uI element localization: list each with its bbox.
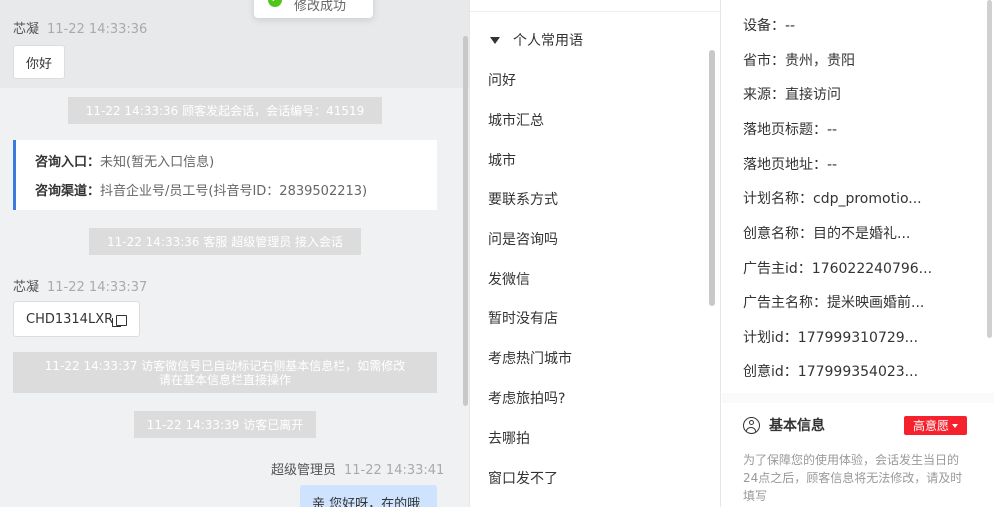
channel-row: 咨询渠道：抖音企业号/员工号(抖音号ID：2839502213): [35, 180, 437, 209]
field-value: --: [785, 18, 796, 34]
basic-info-header: 基本信息: [743, 415, 825, 435]
info-field-source: 来源：直接访问: [743, 84, 841, 104]
phrase-item[interactable]: 城市: [488, 150, 516, 170]
field-value: --: [827, 122, 838, 138]
field-label: 落地页地址：: [743, 157, 827, 173]
system-message: 11-22 14:33:36 客服 超级管理员 接入会话: [89, 228, 361, 255]
agent-message-bubble[interactable]: 亲 您好呀，在的哦: [300, 485, 437, 507]
channel-label: 咨询渠道：: [35, 184, 101, 199]
chat-scrollbar[interactable]: [463, 36, 468, 406]
message-time: 11-22 14:33:36: [47, 22, 148, 37]
phrases-scrollbar[interactable]: [709, 50, 715, 306]
copy-icon[interactable]: [112, 314, 128, 327]
field-label: 落地页标题：: [743, 122, 827, 138]
sender-name: 芯凝: [13, 22, 40, 37]
phrase-item[interactable]: 去哪拍: [488, 428, 530, 448]
field-label: 广告主id：: [743, 261, 812, 277]
phrase-item[interactable]: 城市汇总: [488, 110, 544, 130]
intent-level-dropdown[interactable]: 高意愿: [904, 416, 967, 435]
divider: [470, 11, 722, 12]
field-value: 贵州，贵阳: [785, 53, 855, 69]
info-field-advertiser-name: 广告主名称：提米映画婚前...: [743, 292, 924, 312]
info-field-region: 省市：贵州，贵阳: [743, 50, 855, 70]
info-field-creative-id: 创意id：177999354023...: [743, 361, 918, 381]
info-field-device: 设备：--: [743, 15, 795, 35]
field-value: 直接访问: [785, 87, 841, 103]
phrase-group-title: 个人常用语: [513, 33, 583, 49]
info-field-landing-url: 落地页地址：--: [743, 154, 837, 174]
phrase-item[interactable]: 考虑热门城市: [488, 348, 572, 368]
common-phrases-panel: 个人常用语 问好 城市汇总 城市 要联系方式 问是咨询吗 发微信 暂时没有店 考…: [469, 0, 722, 507]
field-value: 176022240796...: [811, 261, 933, 277]
entry-label: 咨询入口：: [35, 155, 101, 170]
toast-text: 修改成功: [294, 0, 347, 14]
entry-row: 咨询入口：未知(暂无入口信息): [35, 151, 437, 180]
visitor-message-bubble[interactable]: 你好: [13, 45, 66, 79]
info-scrollbar[interactable]: [987, 0, 992, 338]
message-text: CHD1314LXR: [26, 311, 114, 327]
phrase-item[interactable]: 考虑旅拍吗?: [488, 388, 565, 408]
field-label: 创意名称：: [743, 226, 813, 242]
visitor-info-panel: 设备：-- 省市：贵州，贵阳 来源：直接访问 落地页标题：-- 落地页地址：--…: [722, 0, 994, 507]
info-field-plan-id: 计划id：177999310729...: [743, 327, 918, 347]
field-label: 计划名称：: [743, 191, 813, 207]
source-info-card: 咨询入口：未知(暂无入口信息) 咨询渠道：抖音企业号/员工号(抖音号ID：283…: [13, 140, 437, 210]
info-field-advertiser-id: 广告主id：176022240796...: [743, 258, 932, 278]
message-sender: 芯凝 11-22 14:33:37: [13, 276, 147, 295]
message-sender: 超级管理员 11-22 14:33:41: [271, 459, 444, 478]
app-root: 芯凝 11-22 14:33:36 你好 11-22 14:33:36 顾客发起会…: [0, 0, 994, 507]
phrase-item[interactable]: 发微信: [488, 269, 530, 289]
system-message: 11-22 14:33:39 访客已离开: [134, 411, 316, 438]
info-field-plan-name: 计划名称：cdp_promotio...: [743, 188, 922, 208]
message-text: 亲 您好呀，在的哦: [312, 497, 421, 507]
system-message: 11-22 14:33:36 顾客发起会话，会话编号：41519: [68, 97, 382, 124]
chat-panel: 芯凝 11-22 14:33:36 你好 11-22 14:33:36 顾客发起会…: [0, 0, 469, 507]
sender-name: 芯凝: [13, 280, 40, 295]
basic-info-title: 基本信息: [769, 418, 825, 434]
field-value: 177999310729...: [797, 330, 919, 346]
field-value: cdp_promotio...: [813, 191, 922, 207]
entry-value: 未知(暂无入口信息): [100, 155, 215, 170]
edit-deadline-hint: 为了保障您的使用体验，会话发生当日的24点之后，顾客信息将无法修改，请及时填写: [743, 453, 963, 503]
success-toast: ✓ 修改成功: [254, 0, 373, 18]
message-time: 11-22 14:33:41: [344, 463, 445, 478]
phrase-item[interactable]: 问好: [488, 70, 516, 90]
field-label: 来源：: [743, 87, 785, 103]
field-value: 目的不是婚礼...: [813, 226, 911, 242]
message-sender: 芯凝 11-22 14:33:36: [13, 18, 147, 37]
phrase-item[interactable]: 暂时没有店: [488, 308, 558, 328]
channel-value: 抖音企业号/员工号(抖音号ID：2839502213): [100, 184, 368, 199]
visitor-message-bubble[interactable]: CHD1314LXR: [13, 301, 141, 337]
info-field-creative-name: 创意名称：目的不是婚礼...: [743, 223, 910, 243]
selected-message-highlight: [0, 0, 469, 88]
message-text: 你好: [26, 56, 53, 72]
caret-down-icon: [952, 423, 958, 428]
field-value: --: [827, 157, 838, 173]
phrase-item[interactable]: 问是咨询吗: [488, 229, 558, 249]
field-label: 创意id：: [743, 364, 798, 380]
intent-level-label: 高意愿: [912, 419, 949, 433]
system-message: 11-22 14:33:37 访客微信号已自动标记右侧基本信息栏，如需修改 请在…: [13, 352, 437, 393]
field-label: 计划id：: [743, 330, 798, 346]
user-icon: [743, 416, 760, 434]
system-message-text: 11-22 14:33:36 顾客发起会话，会话编号：41519: [85, 103, 365, 118]
phrase-item[interactable]: 窗口发不了: [488, 468, 558, 488]
phrase-group-header[interactable]: 个人常用语: [490, 30, 583, 50]
system-message-text: 请在基本信息栏直接操作: [158, 372, 291, 387]
phrase-item[interactable]: 要联系方式: [488, 189, 558, 209]
check-circle-icon: ✓: [268, 0, 282, 7]
system-message-text: 11-22 14:33:36 客服 超级管理员 接入会话: [106, 234, 344, 249]
field-value: 177999354023...: [797, 364, 919, 380]
field-value: 提米映画婚前...: [827, 295, 925, 311]
info-field-landing-title: 落地页标题：--: [743, 119, 837, 139]
caret-down-icon: [490, 36, 500, 44]
message-time: 11-22 14:33:37: [47, 280, 148, 295]
system-message-text: 11-22 14:33:39 访客已离开: [146, 417, 304, 432]
system-message-text: 11-22 14:33:37 访客微信号已自动标记右侧基本信息栏，如需修改: [44, 358, 406, 373]
field-label: 广告主名称：: [743, 295, 827, 311]
field-label: 设备：: [743, 18, 785, 34]
field-label: 省市：: [743, 53, 785, 69]
sender-name: 超级管理员: [271, 463, 337, 478]
section-divider: [722, 393, 994, 403]
